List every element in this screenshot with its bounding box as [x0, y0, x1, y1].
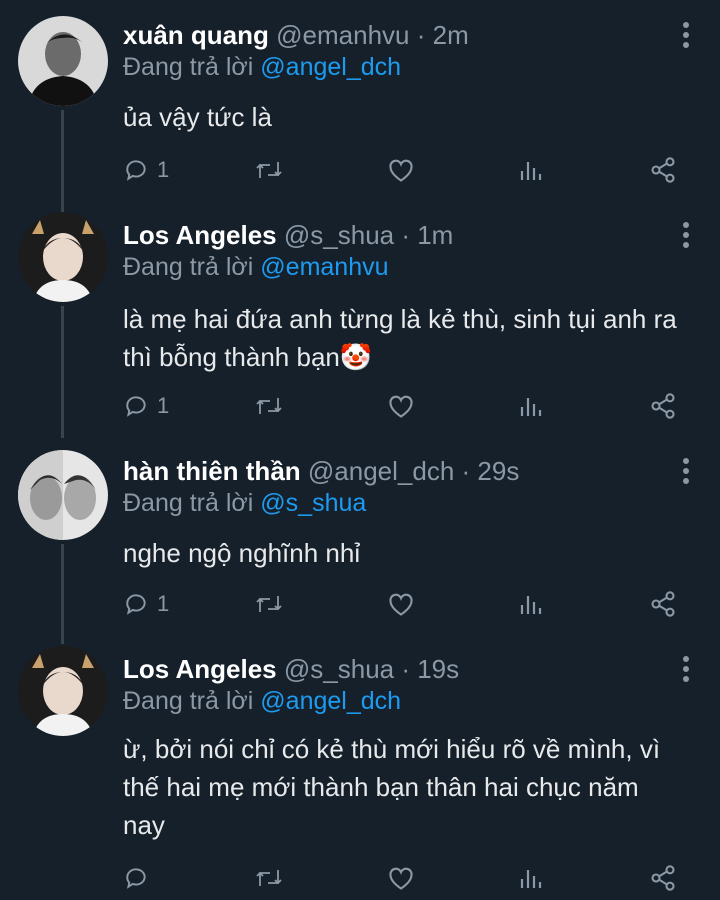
display-name[interactable]: hàn thiên thần — [123, 456, 301, 486]
like-icon — [389, 395, 413, 418]
tweet-text-line: ủa vậy tức là — [123, 102, 272, 132]
reply-icon — [126, 868, 146, 889]
display-name[interactable]: Los Angeles — [123, 654, 277, 684]
like-icon — [389, 593, 413, 616]
tweet-header: xuân quang @emanhvu · 2m — [123, 18, 469, 52]
reply-context: Đang trả lời @angel_dch — [123, 50, 401, 84]
tweet-text: ủa vậy tức là — [123, 98, 693, 136]
avatar[interactable] — [18, 212, 108, 302]
avatar[interactable] — [18, 646, 108, 736]
share-icon — [651, 591, 675, 617]
display-name[interactable]: xuân quang — [123, 20, 269, 50]
reply-context: Đang trả lời @s_shua — [123, 486, 366, 520]
thread-line — [61, 544, 64, 644]
thread-line — [61, 306, 64, 438]
tweet-actions — [123, 858, 683, 898]
tweet-header: Los Angeles @s_shua · 19s — [123, 652, 459, 686]
retweet-icon — [256, 870, 282, 886]
analytics-button[interactable] — [519, 150, 543, 190]
share-button[interactable] — [649, 386, 677, 426]
reply-prefix: Đang trả lời — [123, 489, 261, 517]
retweet-button[interactable] — [255, 386, 283, 426]
reply-count: 1 — [157, 157, 170, 182]
tweet-text-line: là mẹ hai đứa anh từng là kẻ thù, sinh t… — [123, 304, 677, 334]
reply-context: Đang trả lời @angel_dch — [123, 684, 401, 718]
reply-mention[interactable]: @s_shua — [260, 489, 366, 517]
share-icon — [651, 865, 675, 891]
like-button[interactable] — [387, 386, 415, 426]
timestamp[interactable]: · 1m — [401, 220, 453, 250]
reply-count: 1 — [157, 393, 170, 418]
reply-icon — [126, 160, 146, 181]
reply-prefix: Đang trả lời — [123, 253, 261, 281]
reply-prefix: Đang trả lời — [123, 53, 261, 81]
retweet-icon — [256, 398, 282, 414]
share-icon — [651, 157, 675, 183]
analytics-icon — [520, 596, 542, 614]
retweet-button[interactable] — [255, 150, 283, 190]
reply-icon — [126, 396, 146, 417]
reply-mention[interactable]: @angel_dch — [260, 687, 401, 715]
like-button[interactable] — [387, 858, 415, 898]
more-icon[interactable] — [682, 656, 690, 686]
tweet-text-line: thì bỗng thành bạn🤡 — [123, 342, 373, 372]
analytics-button[interactable] — [519, 386, 543, 426]
analytics-icon — [520, 398, 542, 416]
tweet-text: ừ, bởi nói chỉ có kẻ thù mới hiểu rõ về … — [123, 730, 693, 844]
handle[interactable]: @emanhvu — [276, 20, 409, 50]
retweet-button[interactable] — [255, 584, 283, 624]
like-icon — [389, 867, 413, 890]
like-button[interactable] — [387, 150, 415, 190]
reply-icon — [126, 594, 146, 615]
tweet-actions: 1 — [123, 584, 683, 624]
analytics-icon — [520, 162, 542, 180]
more-icon[interactable] — [682, 222, 690, 252]
tweet-actions: 1 — [123, 150, 683, 190]
share-icon — [651, 393, 675, 419]
retweet-icon — [256, 596, 282, 612]
retweet-icon — [256, 162, 282, 178]
thread-line — [61, 110, 64, 220]
tweet-header: Los Angeles @s_shua · 1m — [123, 218, 453, 252]
tweet-text-line: thế hai mẹ mới thành bạn thân hai chục n… — [123, 772, 639, 802]
avatar[interactable] — [18, 450, 108, 540]
timestamp[interactable]: · 2m — [417, 20, 469, 50]
more-icon[interactable] — [682, 458, 690, 488]
tweet-text: nghe ngộ nghĩnh nhỉ — [123, 534, 693, 572]
more-icon[interactable] — [682, 22, 690, 52]
like-button[interactable] — [387, 584, 415, 624]
retweet-button[interactable] — [255, 858, 283, 898]
timestamp[interactable]: · 19s — [401, 654, 459, 684]
analytics-button[interactable] — [519, 858, 543, 898]
timestamp[interactable]: · 29s — [462, 456, 520, 486]
reply-button[interactable] — [123, 858, 157, 898]
reply-button[interactable]: 1 — [123, 150, 169, 190]
tweet-text-line: ừ, bởi nói chỉ có kẻ thù mới hiểu rõ về … — [123, 734, 661, 764]
avatar[interactable] — [18, 16, 108, 106]
reply-mention[interactable]: @angel_dch — [260, 53, 401, 81]
share-button[interactable] — [649, 858, 677, 898]
share-button[interactable] — [649, 584, 677, 624]
reply-count: 1 — [157, 591, 170, 616]
handle[interactable]: @s_shua — [284, 654, 394, 684]
display-name[interactable]: Los Angeles — [123, 220, 277, 250]
reply-mention[interactable]: @emanhvu — [260, 253, 388, 281]
tweet-text: là mẹ hai đứa anh từng là kẻ thù, sinh t… — [123, 300, 693, 376]
tweet-text-line: nghe ngộ nghĩnh nhỉ — [123, 538, 361, 568]
handle[interactable]: @angel_dch — [308, 456, 454, 486]
reply-context: Đang trả lời @emanhvu — [123, 250, 389, 284]
reply-prefix: Đang trả lời — [123, 687, 261, 715]
tweet-actions: 1 — [123, 386, 683, 426]
analytics-button[interactable] — [519, 584, 543, 624]
tweet-header: hàn thiên thần @angel_dch · 29s — [123, 454, 519, 488]
reply-button[interactable]: 1 — [123, 386, 169, 426]
analytics-icon — [520, 870, 542, 888]
tweet-text-line: nay — [123, 810, 165, 840]
share-button[interactable] — [649, 150, 677, 190]
like-icon — [389, 159, 413, 182]
handle[interactable]: @s_shua — [284, 220, 394, 250]
reply-button[interactable]: 1 — [123, 584, 169, 624]
